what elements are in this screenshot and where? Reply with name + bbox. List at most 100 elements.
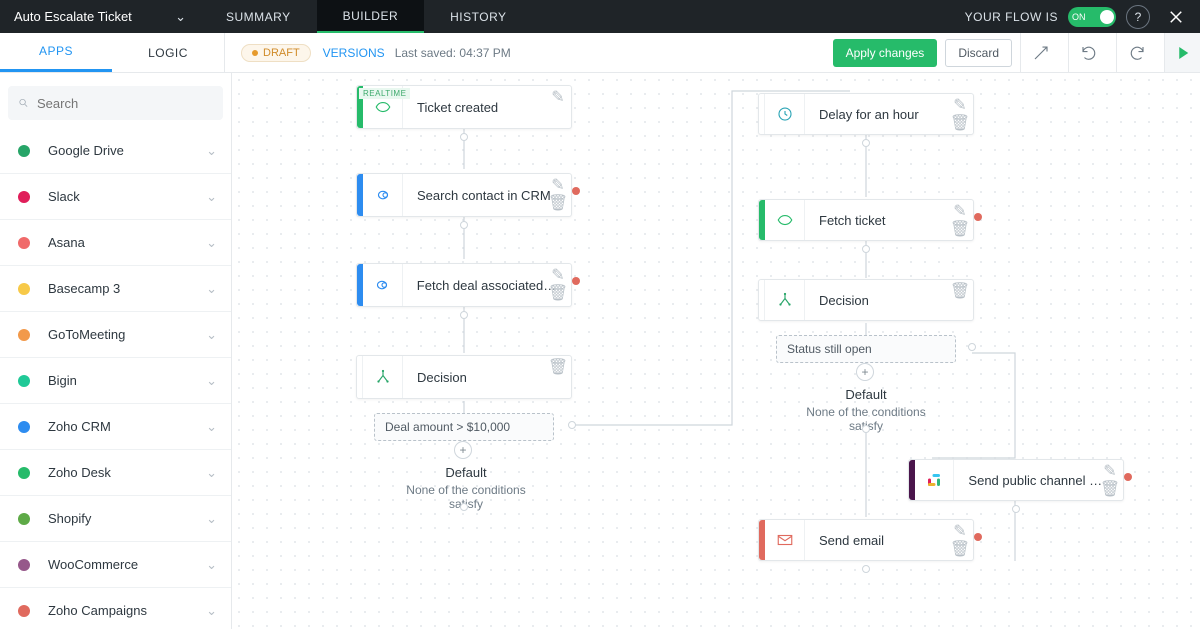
versions-link[interactable]: VERSIONS: [323, 46, 385, 60]
app-item-woocommerce[interactable]: WooCommerce ⌄: [0, 542, 231, 588]
delete-node-button[interactable]: 🗑: [551, 286, 565, 300]
app-icon: [14, 509, 34, 529]
chevron-down-icon: ⌄: [175, 9, 186, 25]
connector-lines: [232, 73, 1200, 629]
node-label: Fetch deal associated ...: [403, 278, 571, 293]
toggle-state-label: ON: [1072, 12, 1086, 22]
flow-on-toggle[interactable]: ON: [1068, 7, 1116, 27]
node-slack-message[interactable]: Send public channel m... ✎ 🗑: [908, 459, 1124, 501]
node-delay[interactable]: Delay for an hour ✎🗑: [758, 93, 974, 135]
node-label: Send email: [805, 533, 898, 548]
subtab-logic[interactable]: LOGIC: [112, 33, 224, 72]
run-flow-button[interactable]: [1164, 33, 1200, 72]
app-item-basecamp-3[interactable]: Basecamp 3⌄: [0, 266, 231, 312]
app-name: Zoho Desk: [48, 465, 111, 480]
app-item-asana[interactable]: Asana⌄: [0, 220, 231, 266]
add-condition-button[interactable]: +: [454, 441, 472, 459]
delete-node-button[interactable]: 🗑: [953, 116, 967, 130]
app-item-gotomeeting[interactable]: GoToMeeting⌄: [0, 312, 231, 358]
delete-node-button[interactable]: 🗑: [953, 222, 967, 236]
node-label: Fetch ticket: [805, 213, 899, 228]
chevron-down-icon: ⌄: [206, 189, 217, 205]
node-label: Decision: [805, 293, 883, 308]
apply-changes-button[interactable]: Apply changes: [833, 39, 938, 67]
tab-builder[interactable]: BUILDER: [317, 0, 425, 33]
edit-node-button[interactable]: ✎: [953, 524, 967, 538]
app-item-slack[interactable]: Slack⌄: [0, 174, 231, 220]
flow-title: Auto Escalate Ticket: [14, 9, 132, 24]
magic-wand-button[interactable]: [1020, 33, 1060, 72]
delete-node-button[interactable]: 🗑: [1103, 482, 1117, 496]
app-item-google-drive[interactable]: Google Drive⌄: [0, 128, 231, 174]
close-button[interactable]: [1160, 1, 1192, 33]
edit-node-button[interactable]: ✎: [953, 98, 967, 112]
app-item-zoho-campaigns[interactable]: Zoho Campaigns⌄: [0, 588, 231, 629]
chevron-down-icon: ⌄: [206, 419, 217, 435]
app-item-zoho-desk[interactable]: Zoho Desk ⌄: [0, 450, 231, 496]
node-fetch-ticket[interactable]: Fetch ticket ✎ 🗑: [758, 199, 974, 241]
app-icon: [14, 463, 34, 483]
redo-button[interactable]: [1116, 33, 1156, 72]
node-decision-2[interactable]: Decision 🗑: [758, 279, 974, 321]
edit-node-button[interactable]: ✎: [551, 90, 565, 104]
chevron-down-icon: ⌄: [206, 327, 217, 343]
last-saved-text: Last saved: 04:37 PM: [395, 46, 511, 60]
app-name: Asana: [48, 235, 85, 250]
tab-summary[interactable]: SUMMARY: [200, 0, 317, 33]
chevron-down-icon: ⌄: [206, 557, 217, 573]
app-item-bigin[interactable]: Bigin⌄: [0, 358, 231, 404]
app-name: WooCommerce: [48, 557, 138, 572]
app-icon: [14, 417, 34, 437]
app-item-shopify[interactable]: Shopify⌄: [0, 496, 231, 542]
node-trigger[interactable]: REALTIME Ticket created ✎: [356, 85, 572, 129]
discard-button[interactable]: Discard: [945, 39, 1012, 67]
flow-title-dropdown[interactable]: Auto Escalate Ticket ⌄: [0, 9, 200, 25]
delete-node-button[interactable]: 🗑: [551, 360, 565, 374]
flow-status-label: YOUR FLOW IS: [965, 10, 1058, 24]
edit-node-button[interactable]: ✎: [953, 204, 967, 218]
app-name: Google Drive: [48, 143, 124, 158]
chevron-down-icon: ⌄: [206, 373, 217, 389]
error-indicator[interactable]: [974, 213, 982, 221]
subtab-apps[interactable]: APPS: [0, 33, 112, 72]
help-button[interactable]: ?: [1126, 5, 1150, 29]
app-name: Zoho Campaigns: [48, 603, 147, 618]
tab-history[interactable]: HISTORY: [424, 0, 532, 33]
decision-icon: [363, 356, 403, 398]
edit-node-button[interactable]: ✎: [1103, 464, 1117, 478]
delete-node-button[interactable]: 🗑: [953, 542, 967, 556]
search-input[interactable]: [37, 96, 213, 111]
gmail-icon: [765, 520, 805, 560]
slack-icon: [915, 460, 955, 500]
play-icon: [1174, 44, 1192, 62]
delete-node-button[interactable]: 🗑: [953, 284, 967, 298]
app-icon: [14, 233, 34, 253]
app-name: Zoho CRM: [48, 419, 111, 434]
edit-node-button[interactable]: ✎: [551, 268, 565, 282]
app-item-zoho-crm[interactable]: Zoho CRM ⌄: [0, 404, 231, 450]
node-decision-1[interactable]: Decision 🗑: [356, 355, 572, 399]
undo-button[interactable]: [1068, 33, 1108, 72]
chevron-down-icon: ⌄: [206, 511, 217, 527]
redo-icon: [1128, 44, 1146, 62]
condition-deal-amount[interactable]: Deal amount > $10,000: [374, 413, 554, 441]
zoho-crm-icon: [363, 174, 403, 216]
condition-status-open[interactable]: Status still open: [776, 335, 956, 363]
error-indicator[interactable]: [572, 187, 580, 195]
chevron-down-icon: ⌄: [206, 465, 217, 481]
edit-node-button[interactable]: ✎: [551, 178, 565, 192]
delete-node-button[interactable]: 🗑: [551, 196, 565, 210]
error-indicator[interactable]: [974, 533, 982, 541]
node-send-email[interactable]: Send email ✎ 🗑: [758, 519, 974, 561]
app-icon: [14, 371, 34, 391]
node-search-contact[interactable]: Search contact in CRM ✎🗑: [356, 173, 572, 217]
add-condition-button[interactable]: +: [856, 363, 874, 381]
app-icon: [14, 555, 34, 575]
error-indicator[interactable]: [1124, 473, 1132, 481]
chevron-down-icon: ⌄: [206, 281, 217, 297]
node-fetch-deal[interactable]: Fetch deal associated ... ✎ 🗑: [356, 263, 572, 307]
node-label: Send public channel m...: [954, 473, 1123, 488]
app-search[interactable]: [8, 86, 223, 120]
error-indicator[interactable]: [572, 277, 580, 285]
flow-canvas[interactable]: REALTIME Ticket created ✎ Search contact…: [232, 73, 1200, 629]
